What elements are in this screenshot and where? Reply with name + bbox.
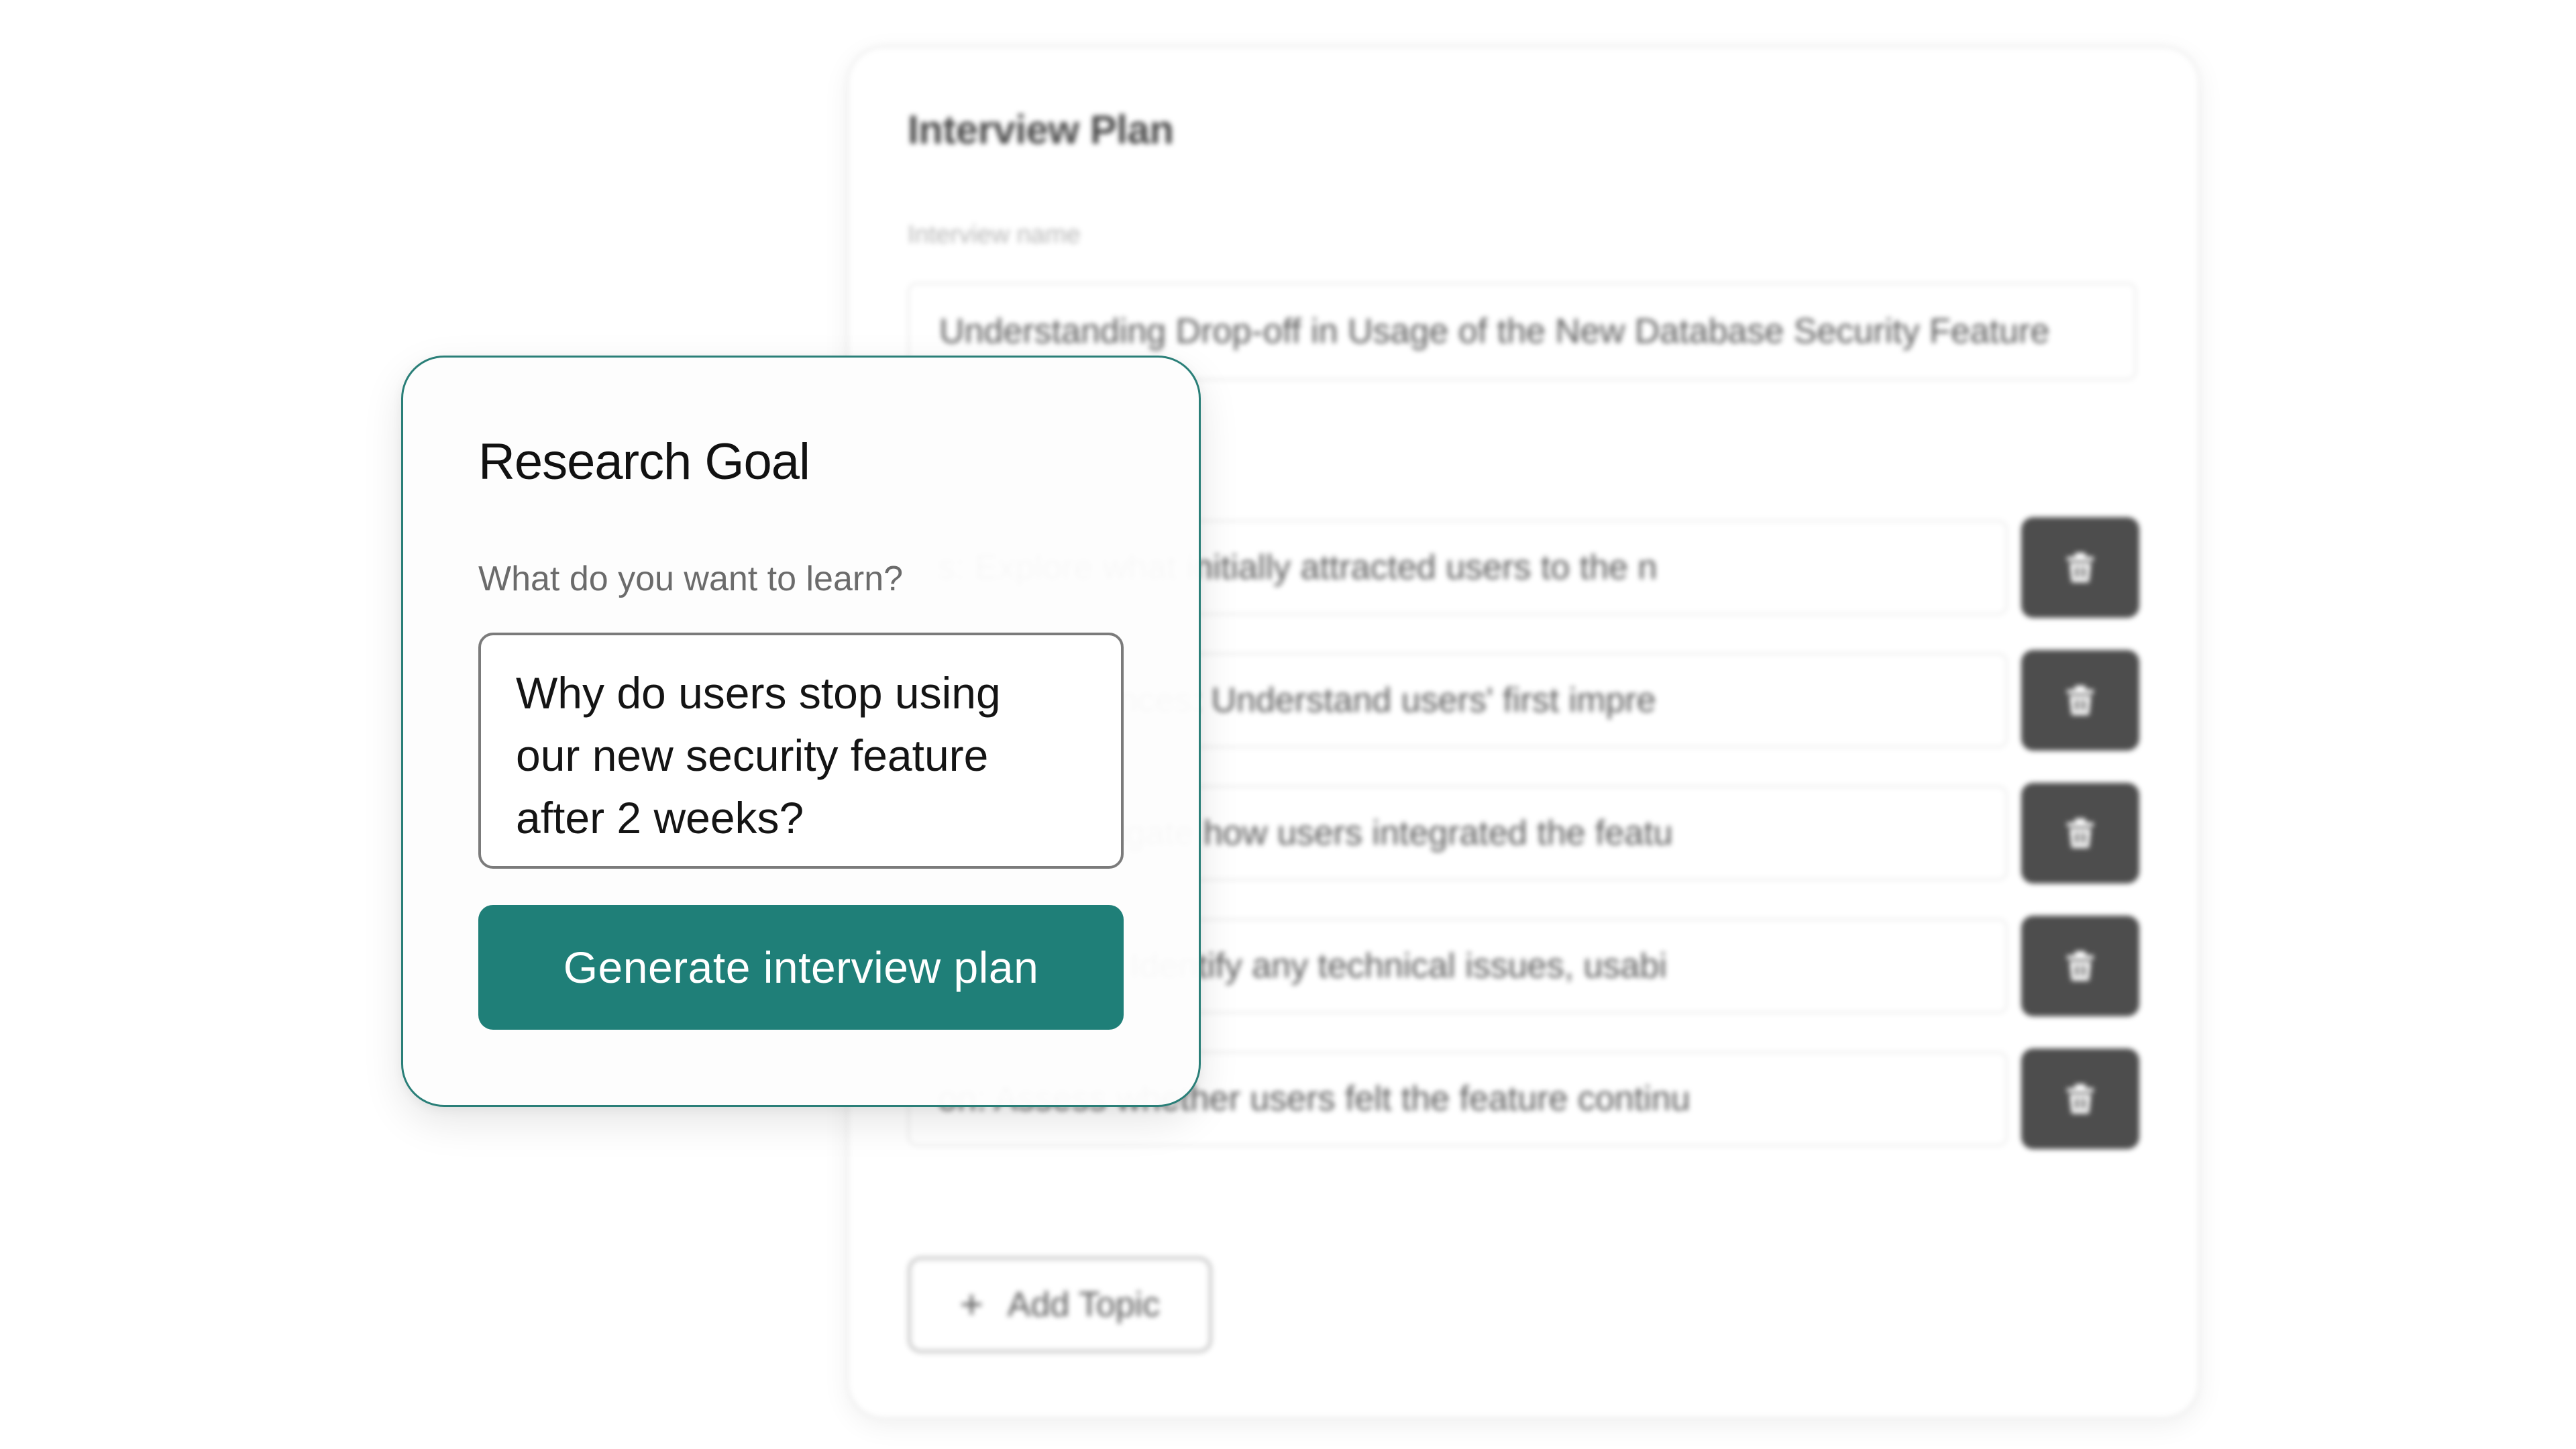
add-topic-button[interactable]: + Add Topic	[908, 1256, 1212, 1353]
trash-icon	[2067, 951, 2094, 981]
delete-topic-button[interactable]	[2021, 517, 2139, 618]
input-line: our new security feature	[516, 731, 989, 780]
trash-icon	[2067, 1084, 2094, 1114]
research-goal-title: Research Goal	[478, 433, 810, 490]
research-goal-input[interactable]: Why do users stop using our new security…	[478, 633, 1124, 869]
stage: Interview Plan Interview name Understand…	[0, 0, 2576, 1449]
delete-topic-button[interactable]	[2021, 650, 2139, 751]
research-goal-card: Research Goal What do you want to learn?…	[401, 356, 1201, 1107]
delete-topic-button[interactable]	[2021, 783, 2139, 883]
plan-title: Interview Plan	[908, 107, 1174, 152]
input-line: Why do users stop using	[516, 668, 1001, 718]
interview-name-value: Understanding Drop-off in Usage of the N…	[939, 312, 2050, 351]
plus-icon: +	[959, 1282, 983, 1327]
trash-icon	[2067, 686, 2094, 715]
delete-topic-button[interactable]	[2021, 1049, 2139, 1149]
input-line: after 2 weeks?	[516, 793, 804, 843]
generate-button-label: Generate interview plan	[563, 943, 1039, 992]
add-topic-label: Add Topic	[1007, 1285, 1161, 1324]
research-question-label: What do you want to learn?	[478, 559, 904, 598]
generate-interview-plan-button[interactable]: Generate interview plan	[478, 905, 1124, 1030]
trash-icon	[2067, 553, 2094, 582]
interview-name-label: Interview name	[908, 221, 1081, 249]
delete-topic-button[interactable]	[2021, 916, 2139, 1016]
trash-icon	[2067, 818, 2094, 848]
